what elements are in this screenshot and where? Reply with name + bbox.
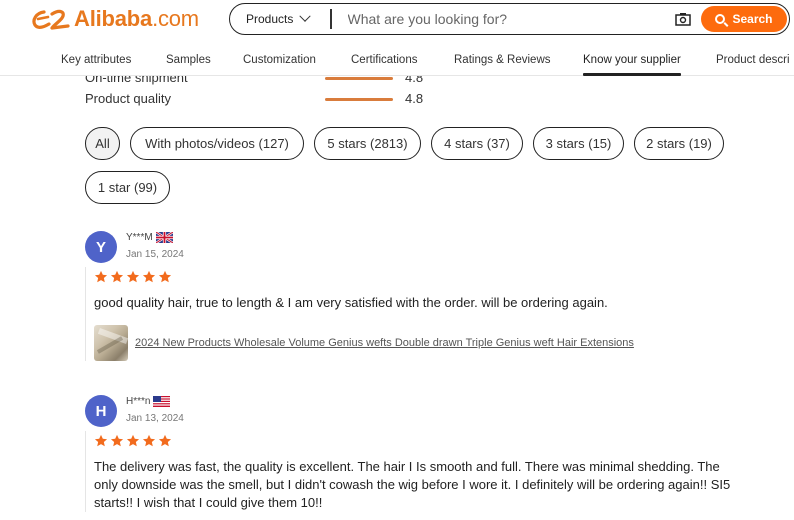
review-body: good quality hair, true to length & I am… [85, 267, 735, 361]
uk-flag-icon [155, 232, 173, 243]
filter-2-stars[interactable]: 2 stars (19) [634, 127, 724, 160]
filter-all[interactable]: All [85, 127, 120, 160]
us-flag-icon [153, 396, 171, 407]
star-icon [110, 434, 124, 447]
review-text: The delivery was fast, the quality is ex… [94, 459, 731, 510]
star-icon [142, 270, 156, 283]
review-text: good quality hair, true to length & I am… [94, 295, 608, 310]
star-icon [126, 434, 140, 447]
camera-icon[interactable] [675, 12, 691, 26]
star-icon [110, 270, 124, 283]
rating-label: Product quality [85, 91, 171, 106]
star-icon [126, 270, 140, 283]
avatar: Y [85, 231, 117, 263]
category-select[interactable]: Products [230, 10, 330, 26]
rating-bar [325, 77, 393, 80]
filter-4-stars[interactable]: 4 stars (37) [431, 127, 523, 160]
brand-text: Alibaba [74, 6, 153, 31]
filter-3-stars[interactable]: 3 stars (15) [533, 127, 624, 160]
star-icon [94, 270, 108, 283]
product-link[interactable]: 2024 New Products Wholesale Volume Geniu… [135, 337, 634, 349]
search-bar: Products Search [229, 3, 790, 35]
product-thumbnail[interactable] [94, 325, 128, 361]
alibaba-logo[interactable]: Alibaba.com [30, 4, 199, 34]
star-rating [94, 433, 735, 449]
search-input[interactable] [347, 11, 675, 27]
tab-certifications[interactable]: Certifications [351, 54, 417, 66]
site-header: Alibaba.com Products Search Key attribut… [0, 0, 794, 76]
star-icon [158, 270, 172, 283]
search-button[interactable]: Search [701, 6, 787, 32]
review-date: Jan 15, 2024 [126, 249, 184, 260]
chevron-down-icon [299, 10, 312, 22]
review-date: Jan 13, 2024 [126, 413, 184, 424]
tab-samples[interactable]: Samples [166, 54, 211, 66]
filter-1-star[interactable]: 1 star (99) [85, 171, 170, 204]
reviewed-product[interactable]: 2024 New Products Wholesale Volume Geniu… [94, 325, 735, 361]
search-divider [330, 9, 332, 29]
filter-with-photos[interactable]: With photos/videos (127) [130, 127, 304, 160]
tab-ratings-reviews[interactable]: Ratings & Reviews [454, 54, 551, 66]
alibaba-logo-icon [32, 9, 70, 30]
star-rating [94, 269, 735, 285]
rating-bar [325, 98, 393, 101]
review-body: The delivery was fast, the quality is ex… [85, 431, 735, 512]
reviewer-name: Y***M [126, 232, 173, 243]
rating-value: 4.8 [405, 91, 424, 106]
section-nav: Key attributes Samples Customization Cer… [0, 48, 794, 76]
brand-suffix: .com [152, 6, 199, 31]
tab-key-attributes[interactable]: Key attributes [61, 54, 131, 66]
tab-product-description[interactable]: Product descri [716, 54, 790, 66]
filter-5-stars[interactable]: 5 stars (2813) [314, 127, 421, 160]
tab-know-your-supplier[interactable]: Know your supplier [583, 54, 681, 76]
category-label: Products [246, 12, 294, 26]
tab-customization[interactable]: Customization [243, 54, 316, 66]
reviewer-name: H***n [126, 396, 171, 407]
reviewer-name-text: H***n [126, 396, 151, 407]
search-icon [715, 14, 726, 24]
star-icon [142, 434, 156, 447]
avatar: H [85, 395, 117, 427]
brand-name: Alibaba.com [74, 6, 199, 32]
rating-row-product-quality: Product quality 4.8 [85, 91, 485, 109]
star-icon [158, 434, 172, 447]
star-icon [94, 434, 108, 447]
search-button-label: Search [732, 12, 773, 26]
reviewer-name-text: Y***M [126, 232, 153, 243]
